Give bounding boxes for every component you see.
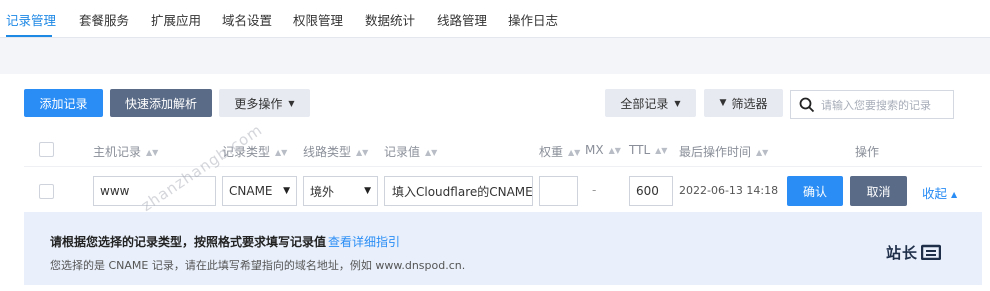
- caret-down-icon: ▼: [288, 98, 295, 108]
- add-record-label: 添加记录: [39, 96, 88, 111]
- collapse-label: 收起: [922, 186, 948, 201]
- column-mx[interactable]: MX ▲▼: [585, 143, 621, 157]
- logo-text: 站长: [886, 244, 919, 262]
- collapse-link[interactable]: 收起 ▲: [922, 183, 957, 202]
- sort-icon: ▲▼: [425, 148, 438, 157]
- dns-record-page: 记录管理 套餐服务 扩展应用 域名设置 权限管理 数据统计 线路管理 操作日志 …: [0, 0, 990, 291]
- record-type-select[interactable]: CNAME ▼: [222, 176, 297, 206]
- quick-add-label: 快速添加解析: [124, 96, 197, 111]
- tab-domain-settings[interactable]: 域名设置: [222, 10, 272, 29]
- tab-permissions[interactable]: 权限管理: [293, 10, 343, 29]
- detail-guide-link[interactable]: 查看详细指引: [328, 233, 400, 250]
- all-records-label: 全部记录: [620, 96, 669, 111]
- sort-icon: ▲▼: [275, 148, 288, 157]
- logo-mark-icon: [920, 244, 942, 261]
- search-placeholder: 请输入您要搜索的记录: [821, 99, 931, 112]
- hint-description: 您选择的是 CNAME 记录，请在此填写希望指向的域名地址，例如 www.dns…: [50, 259, 466, 272]
- active-tab-indicator: [6, 35, 52, 37]
- caret-down-icon: ▼: [364, 186, 371, 196]
- sort-icon: ▲▼: [608, 146, 621, 155]
- cancel-button[interactable]: 取消: [850, 176, 907, 206]
- line-type-value: 境外: [310, 184, 335, 199]
- sort-icon: ▲▼: [568, 148, 581, 157]
- weight-input[interactable]: [539, 176, 578, 206]
- all-records-dropdown[interactable]: 全部记录 ▼: [605, 89, 696, 117]
- column-last-operation[interactable]: 最后操作时间 ▲▼: [679, 143, 768, 160]
- column-host-label: 主机记录: [93, 145, 142, 159]
- record-type-value: CNAME: [229, 184, 273, 198]
- record-value-text: 填入Cloudflare的CNAME: [392, 184, 533, 199]
- add-record-button[interactable]: 添加记录: [24, 89, 103, 117]
- select-all-checkbox[interactable]: [39, 142, 54, 157]
- column-actions: 操作: [855, 145, 880, 159]
- column-host[interactable]: 主机记录 ▲▼: [93, 143, 158, 160]
- column-mx-label: MX: [585, 143, 604, 157]
- column-value-label: 记录值: [384, 145, 421, 159]
- tab-extensions[interactable]: 扩展应用: [151, 10, 201, 29]
- cancel-label: 取消: [866, 184, 891, 199]
- filter-button[interactable]: ▼ 筛选器: [704, 89, 783, 117]
- search-input[interactable]: 请输入您要搜索的记录: [790, 90, 954, 119]
- column-weight[interactable]: 权重 ▲▼: [539, 143, 580, 160]
- column-weight-label: 权重: [539, 145, 564, 159]
- row-checkbox[interactable]: [39, 184, 54, 199]
- mx-value: -: [592, 183, 597, 197]
- confirm-button[interactable]: 确认: [787, 176, 843, 206]
- hint-title: 请根据您选择的记录类型，按照格式要求填写记录值: [50, 235, 327, 249]
- column-line[interactable]: 线路类型 ▲▼: [303, 143, 368, 160]
- ttl-value: 600: [636, 184, 659, 198]
- line-type-select[interactable]: 境外 ▼: [303, 176, 378, 206]
- caret-down-icon: ▼: [283, 186, 290, 196]
- last-operation-time: 2022-06-13 14:18: [679, 184, 779, 197]
- ttl-input[interactable]: 600: [629, 176, 673, 206]
- column-ttl[interactable]: TTL ▲▼: [629, 143, 667, 157]
- tab-statistics[interactable]: 数据统计: [365, 10, 415, 29]
- record-value-input[interactable]: 填入Cloudflare的CNAME: [384, 176, 533, 206]
- column-value[interactable]: 记录值 ▲▼: [384, 143, 437, 160]
- record-value-hint: 请根据您选择的记录类型，按照格式要求填写记录值 查看详细指引 您选择的是 CNA…: [24, 212, 982, 285]
- top-tabs: 记录管理 套餐服务 扩展应用 域名设置 权限管理 数据统计 线路管理 操作日志: [0, 0, 990, 38]
- caret-down-icon: ▼: [674, 98, 681, 108]
- sort-icon: ▲▼: [655, 146, 668, 155]
- confirm-label: 确认: [802, 184, 827, 199]
- tab-records[interactable]: 记录管理: [6, 10, 56, 29]
- search-icon: [799, 97, 815, 113]
- caret-up-icon: ▲: [951, 190, 958, 199]
- funnel-icon: ▼: [719, 98, 727, 108]
- filter-label: 筛选器: [731, 96, 768, 111]
- tab-lines[interactable]: 线路管理: [437, 10, 487, 29]
- more-actions-dropdown[interactable]: 更多操作 ▼: [219, 89, 310, 117]
- column-line-label: 线路类型: [303, 145, 352, 159]
- tab-plans[interactable]: 套餐服务: [79, 10, 129, 29]
- sort-icon: ▲▼: [356, 148, 369, 157]
- more-actions-label: 更多操作: [234, 96, 283, 111]
- column-ttl-label: TTL: [629, 143, 651, 157]
- column-last-operation-label: 最后操作时间: [679, 145, 752, 159]
- quick-add-button[interactable]: 快速添加解析: [110, 89, 212, 117]
- tab-operation-log[interactable]: 操作日志: [508, 10, 558, 29]
- sort-icon: ▲▼: [756, 148, 769, 157]
- header-divider: [24, 166, 982, 167]
- host-value: www: [100, 184, 130, 198]
- site-logo: 站长: [886, 242, 942, 263]
- sort-icon: ▲▼: [146, 148, 159, 157]
